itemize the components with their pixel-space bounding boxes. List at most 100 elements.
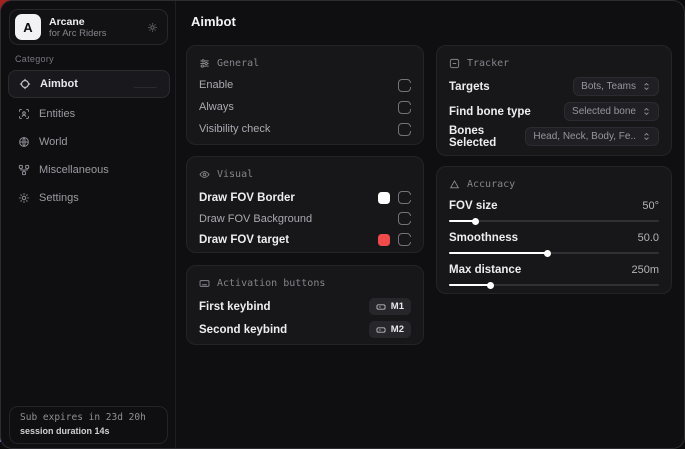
app-window: A Arcane for Arc Riders Category [0,0,685,449]
subscription-expiry: Sub expires in 23d 20h [20,412,157,423]
bones-selected-select[interactable]: Head, Neck, Body, Fe.. [525,127,659,146]
setting-label: Second keybind [199,324,287,336]
eye-icon [199,169,210,180]
sidebar-item-label: Entities [39,108,75,120]
chevron-up-down-icon [642,82,651,91]
visibility-check-checkbox[interactable] [398,123,411,136]
select-value: Bots, Teams [581,81,636,92]
workflow-icon [18,164,30,176]
panel-activation-header: Activation buttons [199,278,411,289]
panel-general-header: General [199,58,411,69]
max-distance-slider[interactable] [449,284,659,286]
find-bone-type-select[interactable]: Selected bone [564,102,659,121]
settings-gear-icon [18,192,30,204]
first-keybind-button[interactable]: M1 [369,298,411,315]
targets-select[interactable]: Bots, Teams [573,77,659,96]
sliders-icon [199,58,210,69]
mouse-icon [376,302,386,312]
select-value: Selected bone [572,106,636,117]
setting-label: Draw FOV Border [199,192,295,204]
setting-label: Draw FOV Background [199,213,312,225]
crosshair-icon [19,78,31,90]
panel-visual: Visual Draw FOV Border Draw FOV Backgrou… [186,156,424,253]
setting-label: Bones Selected [449,125,525,149]
enable-checkbox[interactable] [398,79,411,92]
setting-label: Enable [199,79,233,91]
setting-label: Find bone type [449,106,531,118]
slider-fill[interactable] [449,220,476,222]
always-checkbox[interactable] [398,101,411,114]
fov-target-color-swatch[interactable] [378,234,390,246]
panel-tracker-header: Tracker [449,58,659,69]
sidebar-item-aimbot[interactable]: Aimbot [8,70,170,98]
sidebar-item-label: Aimbot [40,78,78,90]
panel-general: General Enable Always Visibility check [186,45,424,145]
setting-group-smoothness: Smoothness 50.0 [449,229,659,254]
session-duration: session duration 14s [20,426,157,436]
keyboard-icon [199,278,210,289]
setting-label: Draw FOV target [199,234,289,246]
fov-border-checkbox[interactable] [398,191,411,204]
brand-logo: A [15,14,41,40]
select-value: Head, Neck, Body, Fe.. [533,131,636,142]
sidebar-item-world[interactable]: World [1,128,176,156]
page-title: Aimbot [191,14,236,29]
keybind-value: M2 [391,324,404,335]
setting-row-enable: Enable [199,74,411,96]
setting-row-visibility-check: Visibility check [199,118,411,140]
panel-title: Activation buttons [217,278,325,289]
sidebar-item-hint [133,80,157,88]
panel-visual-header: Visual [199,169,411,180]
fov-size-slider[interactable] [449,220,659,222]
panel-title: Tracker [467,58,509,69]
slider-fill[interactable] [449,252,548,254]
sidebar-item-settings[interactable]: Settings [1,184,176,212]
panel-title: Accuracy [467,179,515,190]
sidebar-item-label: Settings [39,192,79,204]
brand-card: A Arcane for Arc Riders [9,9,168,45]
sidebar-item-label: World [39,136,68,148]
smoothness-slider[interactable] [449,252,659,254]
sidebar-item-miscellaneous[interactable]: Miscellaneous [1,156,176,184]
gear-icon[interactable] [147,22,158,33]
setting-label: FOV size [449,200,498,212]
panel-title: General [217,58,259,69]
setting-group-fov-size: FOV size 50° [449,197,659,222]
setting-label: Targets [449,81,490,93]
panel-title: Visual [217,169,253,180]
globe-icon [18,136,30,148]
setting-label: Max distance [449,264,521,276]
category-label: Category [15,54,54,64]
brand-subtitle: for Arc Riders [49,28,107,39]
sidebar-item-entities[interactable]: Entities [1,100,176,128]
smoothness-value: 50.0 [638,232,659,244]
slider-fill[interactable] [449,284,491,286]
max-distance-value: 250m [631,264,659,276]
setting-label: Smoothness [449,232,518,244]
sidebar-item-label: Miscellaneous [39,164,109,176]
setting-row-first-keybind: First keybind M1 [199,295,411,318]
fov-size-value: 50° [642,200,659,212]
sidebar: A Arcane for Arc Riders Category [1,1,176,448]
fov-background-checkbox[interactable] [398,212,411,225]
panel-activation-buttons: Activation buttons First keybind M1 Seco… [186,265,424,345]
fov-border-color-swatch[interactable] [378,192,390,204]
panel-accuracy: Accuracy FOV size 50° Smoothness 50.0 [436,166,672,294]
second-keybind-button[interactable]: M2 [369,321,411,338]
setting-label: First keybind [199,301,271,313]
mouse-icon [376,325,386,335]
setting-label: Always [199,101,234,113]
keybind-value: M1 [391,301,404,312]
setting-row-fov-border: Draw FOV Border [199,187,411,208]
panel-accuracy-header: Accuracy [449,179,659,190]
chevron-up-down-icon [642,107,651,116]
sidebar-nav: Entities World [1,100,176,212]
brand-text: Arcane for Arc Riders [49,16,107,39]
brand-name: Arcane [49,16,107,28]
setting-row-bones-selected: Bones Selected Head, Neck, Body, Fe.. [449,124,659,149]
setting-group-max-distance: Max distance 250m [449,261,659,286]
fov-target-checkbox[interactable] [398,233,411,246]
panel-tracker: Tracker Targets Bots, Teams Find bone ty… [436,45,672,156]
tracker-frame-icon [449,58,460,69]
chevron-up-down-icon [642,132,651,141]
